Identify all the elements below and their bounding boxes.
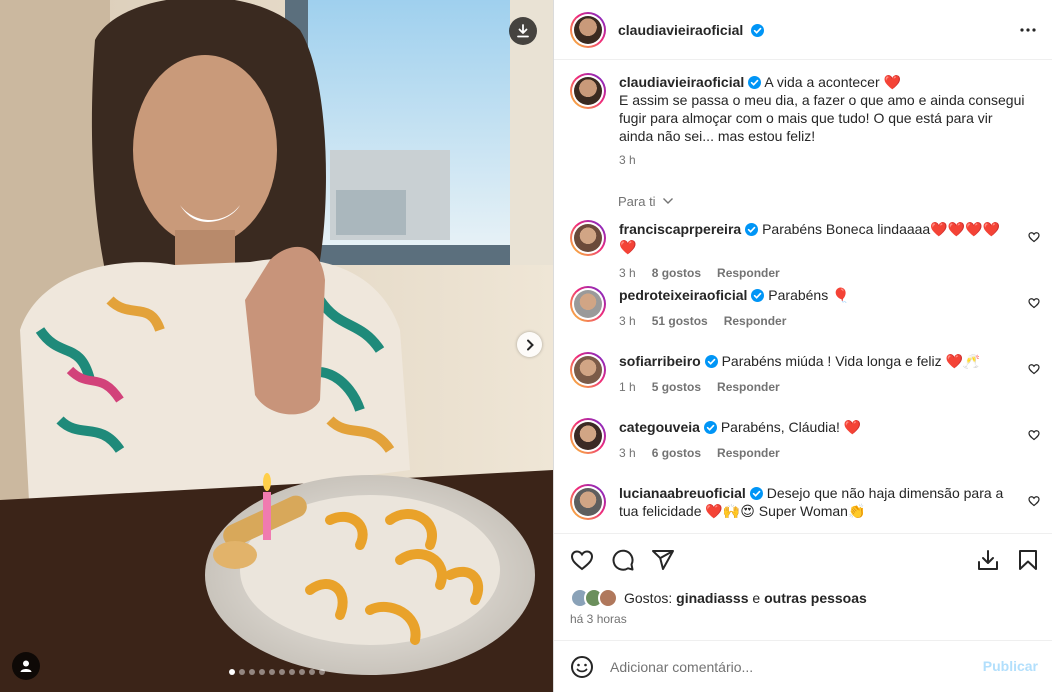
commenter-avatar[interactable] bbox=[570, 418, 606, 454]
comment-time: 3 h bbox=[619, 446, 636, 460]
commenter-username[interactable]: lucianaabreuoficial bbox=[619, 485, 746, 501]
carousel-dot bbox=[298, 669, 305, 675]
commenter-username[interactable]: sofiarribeiro bbox=[619, 353, 701, 369]
comment-item: categouveia Parabéns, Cláudia! ❤️ 3 h 6 go… bbox=[570, 418, 1040, 462]
sort-comments-dropdown[interactable]: Para ti bbox=[618, 194, 674, 209]
post-actions: Gostos: ginadiasss e outras pessoas há 3… bbox=[554, 533, 1052, 640]
carousel-dot bbox=[248, 669, 255, 675]
user-tag-icon[interactable] bbox=[12, 652, 40, 680]
comment-like-heart-icon[interactable] bbox=[1028, 428, 1040, 444]
likes-summary: Gostos: ginadiasss e outras pessoas bbox=[570, 588, 867, 608]
add-comment-bar: Publicar bbox=[554, 640, 1052, 692]
verified-badge-icon bbox=[751, 289, 765, 302]
bookmark-icon[interactable] bbox=[1016, 548, 1040, 575]
reply-button[interactable]: Responder bbox=[717, 378, 780, 396]
verified-badge-icon bbox=[751, 23, 765, 37]
carousel-dot bbox=[238, 669, 245, 675]
commenter-username[interactable]: pedroteixeiraoficial bbox=[619, 287, 747, 303]
heart-icon[interactable] bbox=[570, 548, 594, 575]
save-download-icon[interactable] bbox=[976, 548, 1000, 575]
sort-label: Para ti bbox=[618, 194, 656, 209]
carousel-dot bbox=[278, 669, 285, 675]
comment-like-heart-icon[interactable] bbox=[1028, 362, 1040, 378]
publish-button[interactable]: Publicar bbox=[983, 658, 1038, 674]
birthday-photo bbox=[0, 0, 553, 692]
post-image[interactable] bbox=[0, 0, 553, 692]
commenter-username[interactable]: categouveia bbox=[619, 419, 700, 435]
commenter-avatar[interactable] bbox=[570, 352, 606, 388]
comment-item: lucianaabreuoficial Desejo que não haja … bbox=[570, 484, 1040, 520]
carousel-dot bbox=[268, 669, 275, 675]
comment-item: pedroteixeiraoficial Parabéns 🎈 3 h 51 gos… bbox=[570, 286, 1040, 330]
comment-text: Parabéns 🎈 bbox=[768, 287, 850, 303]
comment-time: 3 h bbox=[619, 314, 636, 328]
comments-list[interactable]: claudiavieiraoficial A vida a acontecer … bbox=[554, 61, 1052, 533]
liker-username[interactable]: ginadiasss bbox=[676, 590, 748, 606]
comment-icon[interactable] bbox=[611, 548, 635, 575]
likes-prefix: Gostos: bbox=[624, 590, 673, 606]
reply-button[interactable]: Responder bbox=[724, 312, 787, 330]
comment-likes[interactable]: 8 gostos bbox=[652, 264, 701, 282]
emoji-icon[interactable] bbox=[570, 655, 594, 679]
post-header: claudiavieiraoficial bbox=[554, 0, 1052, 60]
commenter-avatar[interactable] bbox=[570, 286, 606, 322]
comment-text: Parabéns miúda ! Vida longa e feliz ❤️🥂 bbox=[721, 353, 981, 369]
verified-badge-icon bbox=[704, 355, 718, 368]
reply-button[interactable]: Responder bbox=[717, 444, 780, 462]
comment-like-heart-icon[interactable] bbox=[1028, 296, 1040, 312]
caption-author-avatar[interactable] bbox=[570, 73, 606, 109]
chevron-right-icon[interactable] bbox=[517, 332, 542, 357]
liker-avatar bbox=[598, 588, 618, 608]
comment-likes[interactable]: 51 gostos bbox=[652, 312, 708, 330]
carousel-dot bbox=[288, 669, 295, 675]
post-caption: claudiavieiraoficial A vida a acontecer … bbox=[570, 73, 1030, 169]
caption-title: A vida a acontecer bbox=[764, 74, 880, 90]
comment-item: sofiarribeiro Parabéns miúda ! Vida long… bbox=[570, 352, 1040, 396]
comment-time: 3 h bbox=[619, 266, 636, 280]
commenter-username[interactable]: franciscaprpereira bbox=[619, 221, 741, 237]
comment-like-heart-icon[interactable] bbox=[1028, 494, 1040, 510]
comment-like-heart-icon[interactable] bbox=[1028, 230, 1040, 246]
share-icon[interactable] bbox=[651, 548, 675, 575]
comment-input[interactable] bbox=[610, 658, 970, 675]
verified-badge-icon bbox=[703, 421, 717, 434]
caption-text: E assim se passa o meu dia, a fazer o qu… bbox=[619, 92, 1025, 144]
comment-likes[interactable]: 6 gostos bbox=[652, 444, 701, 462]
verified-badge-icon bbox=[748, 76, 762, 89]
commenter-avatar[interactable] bbox=[570, 484, 606, 520]
other-likers-link[interactable]: outras pessoas bbox=[764, 590, 867, 606]
author-avatar[interactable] bbox=[570, 11, 606, 48]
reply-button[interactable]: Responder bbox=[717, 264, 780, 282]
likes-connector: e bbox=[752, 590, 761, 606]
comment-text: Parabéns, Cláudia! ❤️ bbox=[720, 419, 862, 435]
verified-badge-icon bbox=[749, 487, 763, 500]
heart-emoji: ❤️ bbox=[883, 74, 901, 90]
verified-badge-icon bbox=[745, 223, 759, 236]
posted-time: há 3 horas bbox=[570, 612, 627, 626]
chevron-down-icon bbox=[663, 198, 674, 204]
comment-likes[interactable]: 5 gostos bbox=[652, 378, 701, 396]
comment-item: franciscaprpereira Parabéns Boneca linda… bbox=[570, 220, 1040, 282]
caption-username[interactable]: claudiavieiraoficial bbox=[619, 74, 744, 90]
caption-time: 3 h bbox=[619, 153, 636, 167]
carousel-dot bbox=[228, 669, 235, 675]
likers-avatars[interactable] bbox=[570, 588, 618, 608]
comment-time: 1 h bbox=[619, 380, 636, 394]
download-icon[interactable] bbox=[509, 17, 537, 45]
post-details-panel: claudiavieiraoficial claudiavieiraoficia… bbox=[553, 0, 1052, 692]
carousel-dot bbox=[258, 669, 265, 675]
carousel-dot bbox=[308, 669, 315, 675]
more-options-icon[interactable] bbox=[1019, 20, 1037, 43]
author-username[interactable]: claudiavieiraoficial bbox=[618, 22, 765, 38]
carousel-dot bbox=[318, 669, 325, 675]
carousel-indicator bbox=[0, 669, 553, 675]
commenter-avatar[interactable] bbox=[570, 220, 606, 256]
